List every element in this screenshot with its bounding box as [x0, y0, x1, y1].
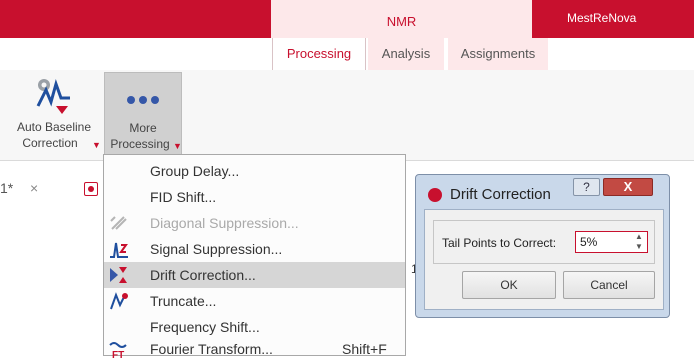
- cancel-button[interactable]: Cancel: [563, 271, 655, 299]
- tab-elucidation[interactable]: Elucidation: [178, 38, 268, 70]
- dropdown-arrow-icon: ▼: [173, 141, 182, 151]
- menu-item-label: Frequency Shift...: [150, 319, 260, 335]
- truncate-icon: [110, 292, 128, 310]
- menu-item-shortcut: Shift+F: [342, 341, 387, 357]
- tab-processing[interactable]: Processing: [272, 38, 366, 70]
- tab-assignments[interactable]: Assignments: [448, 38, 548, 70]
- more-processing-button[interactable]: More Processing ▼: [104, 72, 182, 156]
- menu-item-label: Group Delay...: [150, 163, 240, 179]
- auto-baseline-label-line1: Auto Baseline: [16, 120, 92, 134]
- menu-item-label: Fourier Transform...: [150, 341, 273, 357]
- diagonal-suppression-icon: [110, 216, 127, 230]
- menu-item-group-delay[interactable]: Group Delay...: [104, 158, 405, 184]
- tab-verification[interactable]: Verification: [80, 38, 172, 70]
- more-processing-label-line1: More: [129, 121, 157, 135]
- fourier-transform-icon: FT: [109, 342, 127, 359]
- mestrenova-app-icon: [428, 188, 442, 202]
- menu-item-fourier-transform[interactable]: FT Fourier Transform... Shift+F: [104, 336, 405, 362]
- menu-item-label: Diagonal Suppression...: [150, 215, 299, 231]
- signal-suppression-icon: [110, 242, 128, 258]
- menu-item-fid-shift[interactable]: FID Shift...: [104, 184, 405, 210]
- help-button[interactable]: ?: [573, 178, 600, 196]
- tab-analysis[interactable]: Analysis: [368, 38, 444, 70]
- menu-item-diagonal-suppression[interactable]: Diagonal Suppression...: [104, 210, 405, 236]
- baseline-correction-icon: [36, 79, 70, 114]
- more-processing-menu: Group Delay... FID Shift... Diagonal Sup…: [103, 154, 406, 359]
- document-tab[interactable]: 1*: [0, 180, 13, 196]
- auto-baseline-correction-button[interactable]: Auto Baseline Correction ▼: [10, 72, 101, 156]
- svg-text:FT: FT: [112, 350, 124, 359]
- more-processing-label-line2: Processing: [110, 137, 170, 151]
- dialog-title: Drift Correction: [450, 186, 551, 203]
- menu-item-label: Signal Suppression...: [150, 241, 283, 257]
- menu-item-truncate[interactable]: Truncate...: [104, 288, 405, 314]
- menu-item-label: FID Shift...: [150, 189, 217, 205]
- menu-item-signal-suppression[interactable]: Signal Suppression...: [104, 236, 405, 262]
- more-dots-icon: [127, 96, 159, 104]
- tab-stereofitter[interactable]: StereoFitter: [552, 38, 646, 70]
- close-icon[interactable]: ×: [30, 180, 38, 196]
- tab-database[interactable]: Database: [0, 38, 68, 70]
- ok-button[interactable]: OK: [462, 271, 556, 299]
- auto-baseline-label-line2: Correction: [22, 136, 78, 150]
- menu-item-drift-correction[interactable]: Drift Correction...: [104, 262, 405, 288]
- menu-item-label: Drift Correction...: [150, 267, 256, 283]
- menu-item-label: Truncate...: [150, 293, 217, 309]
- mestrenova-group-label: MestReNova: [567, 11, 637, 25]
- dropdown-arrow-icon: ▼: [92, 140, 101, 150]
- spin-up-icon[interactable]: ▲: [635, 232, 643, 241]
- drift-correction-icon: [110, 267, 127, 283]
- close-button[interactable]: X: [603, 178, 653, 196]
- nmr-group-label: NMR: [386, 14, 417, 29]
- spin-down-icon[interactable]: ▼: [635, 242, 643, 251]
- tab-quant[interactable]: Quant: [652, 38, 694, 70]
- document-type-icon[interactable]: [84, 182, 98, 196]
- tail-points-label: Tail Points to Correct:: [442, 236, 557, 250]
